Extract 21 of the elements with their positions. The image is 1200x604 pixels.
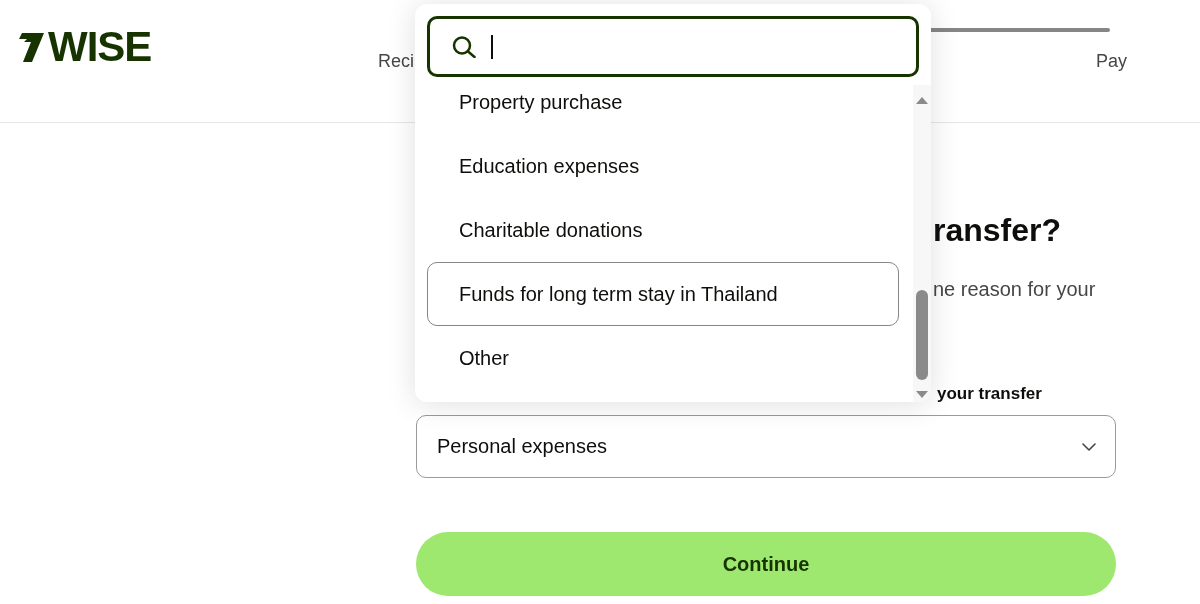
scroll-up-icon[interactable]: [916, 97, 928, 104]
continue-button[interactable]: Continue: [416, 532, 1116, 596]
scroll-down-icon[interactable]: [916, 391, 928, 398]
text-cursor-icon: [491, 34, 493, 59]
dropdown-option[interactable]: Property purchase: [427, 85, 899, 134]
stepper-step-label: Reci: [378, 50, 414, 73]
stepper-step-label: Pay: [1095, 50, 1127, 73]
field-label: your transfer: [937, 383, 1042, 405]
page-heading: ransfer?: [933, 211, 1062, 250]
dropdown-option[interactable]: Education expenses: [427, 134, 899, 198]
dropdown-option[interactable]: Funds for long term stay in Thailand: [427, 262, 899, 326]
purpose-select[interactable]: Personal expenses: [416, 415, 1116, 478]
dropdown-option[interactable]: Other: [427, 326, 899, 390]
scrollbar-thumb[interactable]: [916, 290, 928, 380]
search-field[interactable]: [427, 16, 919, 77]
logo-mark-icon: [17, 32, 44, 62]
dropdown-option[interactable]: Charitable donations: [427, 198, 899, 262]
logo-wordmark[interactable]: WISE: [48, 29, 152, 65]
chevron-down-icon: [1082, 442, 1096, 451]
search-icon: [452, 35, 476, 58]
subtitle-text: ne reason for your: [933, 277, 1096, 302]
